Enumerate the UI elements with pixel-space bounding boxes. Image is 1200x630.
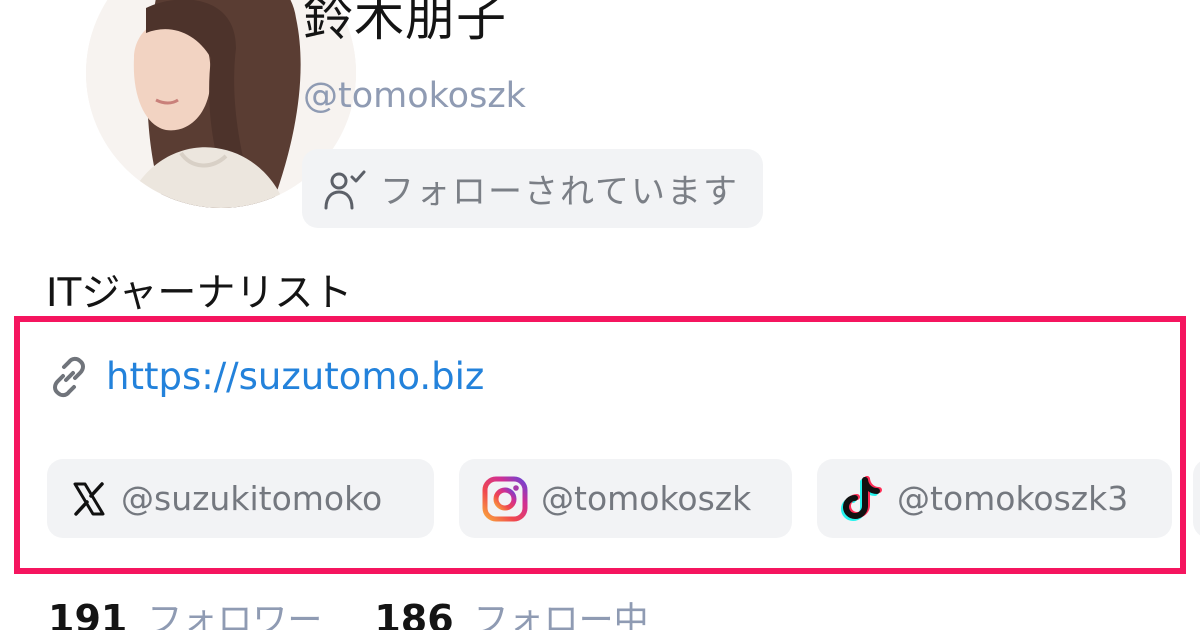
instagram-handle: @tomokoszk [541, 479, 752, 518]
social-chip-overflow[interactable] [1193, 459, 1200, 538]
tiktok-logo-icon [840, 475, 882, 521]
website-link[interactable]: https://suzutomo.biz [106, 355, 484, 398]
website-link-row[interactable]: https://suzutomo.biz [48, 355, 484, 398]
follow-stats: 191 フォロワー 186 フォロー中 [48, 592, 649, 630]
profile-handle: @tomokoszk [303, 76, 526, 116]
following-count[interactable]: 186 [374, 597, 453, 630]
following-label[interactable]: フォロー中 [474, 592, 649, 630]
follows-you-badge: フォローされています [302, 149, 763, 228]
followers-count[interactable]: 191 [48, 597, 127, 630]
user-check-icon [324, 170, 366, 209]
tiktok-handle: @tomokoszk3 [897, 479, 1129, 518]
x-handle: @suzukitomoko [121, 479, 383, 518]
instagram-social-link[interactable]: @tomokoszk [459, 459, 792, 538]
display-name: 鈴木朋子 [303, 0, 507, 47]
profile-page: 鈴木朋子 @tomokoszk フォローされています ITジャーナリスト htt… [0, 0, 1200, 630]
followers-label[interactable]: フォロワー [147, 592, 322, 630]
tiktok-social-link[interactable]: @tomokoszk3 [817, 459, 1172, 538]
x-social-link[interactable]: @suzukitomoko [47, 459, 434, 538]
profile-bio: ITジャーナリスト [46, 271, 353, 316]
link-icon [53, 356, 85, 397]
follows-you-label: フォローされています [380, 172, 739, 212]
x-logo-icon [73, 481, 105, 516]
instagram-logo-icon [482, 476, 528, 521]
